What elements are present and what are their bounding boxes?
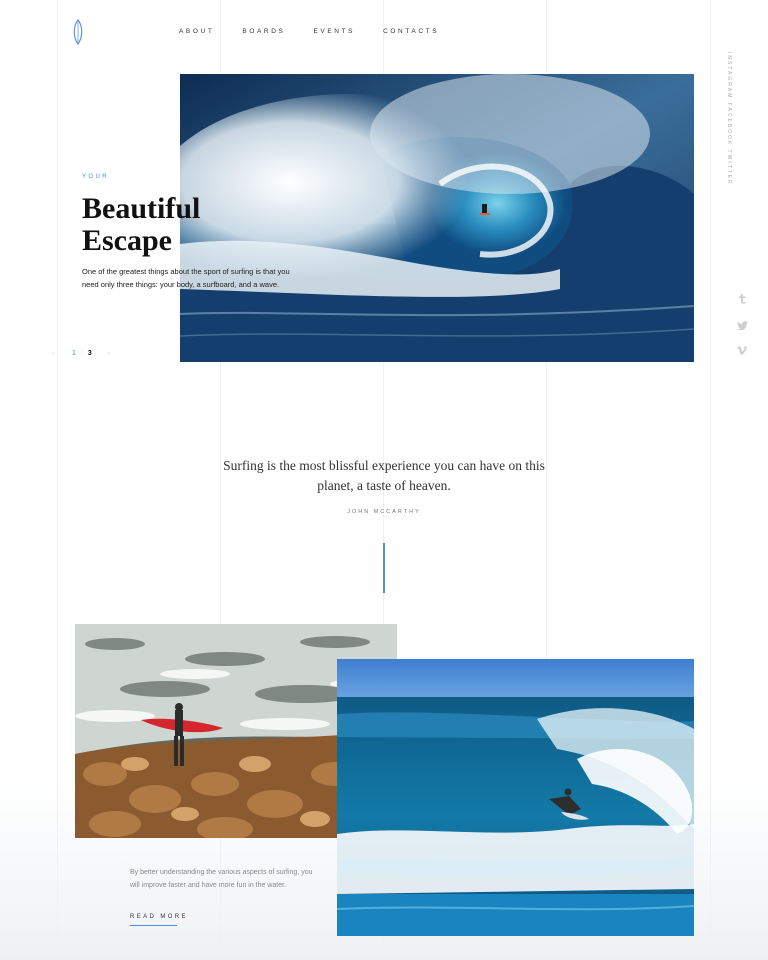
surfer-riding-wave-image xyxy=(337,659,694,936)
feature-description: By better understanding the various aspe… xyxy=(130,869,313,889)
quote-author: JOHN MCCARTHY xyxy=(347,509,421,515)
hero-title-line: Beautiful xyxy=(82,192,201,225)
slider-separator: / xyxy=(80,350,83,357)
chevron-right-icon[interactable]: › xyxy=(104,350,114,357)
nav-item-about[interactable]: ABOUT xyxy=(179,28,214,35)
nav-item-events[interactable]: EVENTS xyxy=(313,28,355,35)
hero-description: One of the greatest things about the spo… xyxy=(82,267,290,289)
hero-title: Beautiful Escape xyxy=(82,193,242,257)
hero-title-line: Escape xyxy=(82,224,172,257)
vimeo-icon[interactable] xyxy=(736,344,748,356)
main-nav: ABOUT BOARDS EVENTS CONTACTS xyxy=(179,28,467,35)
slider-total-pages[interactable]: 3 xyxy=(88,350,92,357)
slider-current-page[interactable]: 1 xyxy=(72,350,76,357)
tumblr-icon[interactable] xyxy=(736,293,748,305)
read-more-link[interactable]: READ MORE xyxy=(130,914,188,920)
quote-divider xyxy=(383,543,385,593)
nav-item-boards[interactable]: BOARDS xyxy=(242,28,285,35)
hero-wave-image xyxy=(180,74,694,362)
nav-item-contacts[interactable]: CONTACTS xyxy=(383,28,439,35)
twitter-icon[interactable] xyxy=(736,319,748,331)
read-more-underline xyxy=(130,925,177,926)
hero-eyebrow: YOUR xyxy=(82,174,109,180)
social-links-vertical-text[interactable]: INSTAGRAM FACEBOOK TWITTER xyxy=(718,52,732,186)
chevron-left-icon[interactable]: ‹ xyxy=(48,350,58,357)
quote-text: Surfing is the most blissful experience … xyxy=(223,458,545,493)
slider-pagination: ‹ 1 / 3 › xyxy=(48,350,114,357)
surfboard-logo-icon[interactable] xyxy=(72,19,84,45)
